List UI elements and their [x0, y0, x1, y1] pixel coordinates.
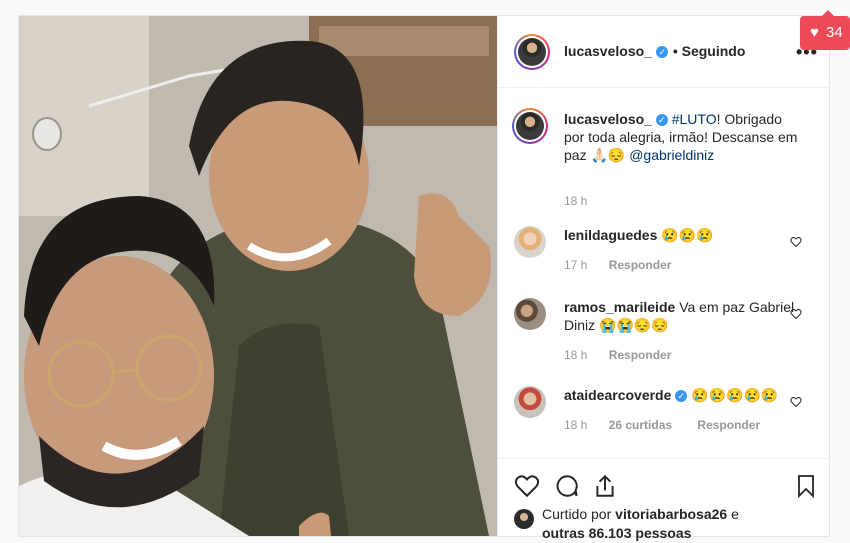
- author-avatar[interactable]: [514, 34, 550, 70]
- like-comment-heart-icon[interactable]: [790, 396, 802, 408]
- comment-meta: 17 h Responder: [564, 258, 693, 272]
- verified-badge-icon: ✓: [656, 45, 669, 58]
- comment-bubble-icon[interactable]: [554, 473, 580, 499]
- comment-text: ramos_marileide Va em paz Gabriel Diniz …: [564, 299, 795, 333]
- comment-username[interactable]: ataidearcoverde: [564, 387, 671, 403]
- caption-text: lucasveloso_ ✓ #LUTO! Obrigado por toda …: [564, 110, 800, 164]
- comment-likes-count[interactable]: 26 curtidas: [609, 418, 672, 432]
- others-likes-count[interactable]: outras 86.103 pessoas: [542, 525, 691, 541]
- comment-meta: 18 h 26 curtidas Responder: [564, 418, 782, 432]
- post-card: lucasveloso_ ✓ • Seguindo ••• lucasvelos…: [18, 15, 830, 541]
- share-icon[interactable]: [592, 473, 618, 499]
- caption-mention[interactable]: @gabrieldiniz: [629, 147, 714, 163]
- heart-notification-icon: ♥: [810, 24, 819, 41]
- caption-hashtag[interactable]: #LUTO: [672, 111, 717, 127]
- comment-avatar[interactable]: [514, 386, 546, 418]
- liked-by-text: Curtido por vitoriabarbosa26 e outras 86…: [542, 506, 739, 541]
- reply-button[interactable]: Responder: [697, 418, 760, 432]
- comment-time: 18 h: [564, 348, 588, 362]
- save-bookmark-icon[interactable]: [794, 473, 818, 499]
- post-header: lucasveloso_ ✓ • Seguindo •••: [498, 16, 830, 88]
- reply-button[interactable]: Responder: [609, 348, 672, 362]
- verified-badge-icon: ✓: [655, 114, 668, 127]
- comment-time: 17 h: [564, 258, 588, 272]
- post-photo[interactable]: [19, 16, 497, 536]
- comment-avatar[interactable]: [514, 226, 546, 258]
- follow-status[interactable]: • Seguindo: [673, 43, 746, 59]
- liked-by-user[interactable]: vitoriabarbosa26: [615, 506, 727, 522]
- comments-list: lucasveloso_ ✓ #LUTO! Obrigado por toda …: [498, 88, 830, 458]
- verified-badge-icon: ✓: [675, 390, 688, 403]
- caption-avatar[interactable]: [512, 108, 548, 144]
- liked-by-avatar[interactable]: [514, 509, 534, 529]
- caption-username[interactable]: lucasveloso_: [564, 111, 652, 127]
- caption-time: 18 h: [564, 194, 588, 208]
- activity-notification[interactable]: ♥ 34: [800, 10, 850, 50]
- like-comment-heart-icon[interactable]: [790, 236, 802, 248]
- like-comment-heart-icon[interactable]: [790, 308, 802, 320]
- comment-text: ataidearcoverde ✓ 😢😢😢😢😢: [564, 387, 779, 403]
- comment-username[interactable]: ramos_marileide: [564, 299, 675, 315]
- notification-count: 34: [826, 24, 843, 41]
- reply-button[interactable]: Responder: [609, 258, 672, 272]
- post-side-panel: lucasveloso_ ✓ • Seguindo ••• lucasvelos…: [497, 16, 830, 541]
- comment-text: lenildaguedes 😢😢😢: [564, 227, 714, 243]
- comment-time: 18 h: [564, 418, 588, 432]
- post-actions: Curtido por vitoriabarbosa26 e outras 86…: [498, 458, 830, 541]
- author-username[interactable]: lucasveloso_: [564, 43, 652, 59]
- comment-avatar[interactable]: [514, 298, 546, 330]
- like-heart-icon[interactable]: [514, 473, 540, 499]
- comment-meta: 18 h Responder: [564, 348, 693, 362]
- comment-username[interactable]: lenildaguedes: [564, 227, 657, 243]
- photo-illustration: [19, 16, 497, 536]
